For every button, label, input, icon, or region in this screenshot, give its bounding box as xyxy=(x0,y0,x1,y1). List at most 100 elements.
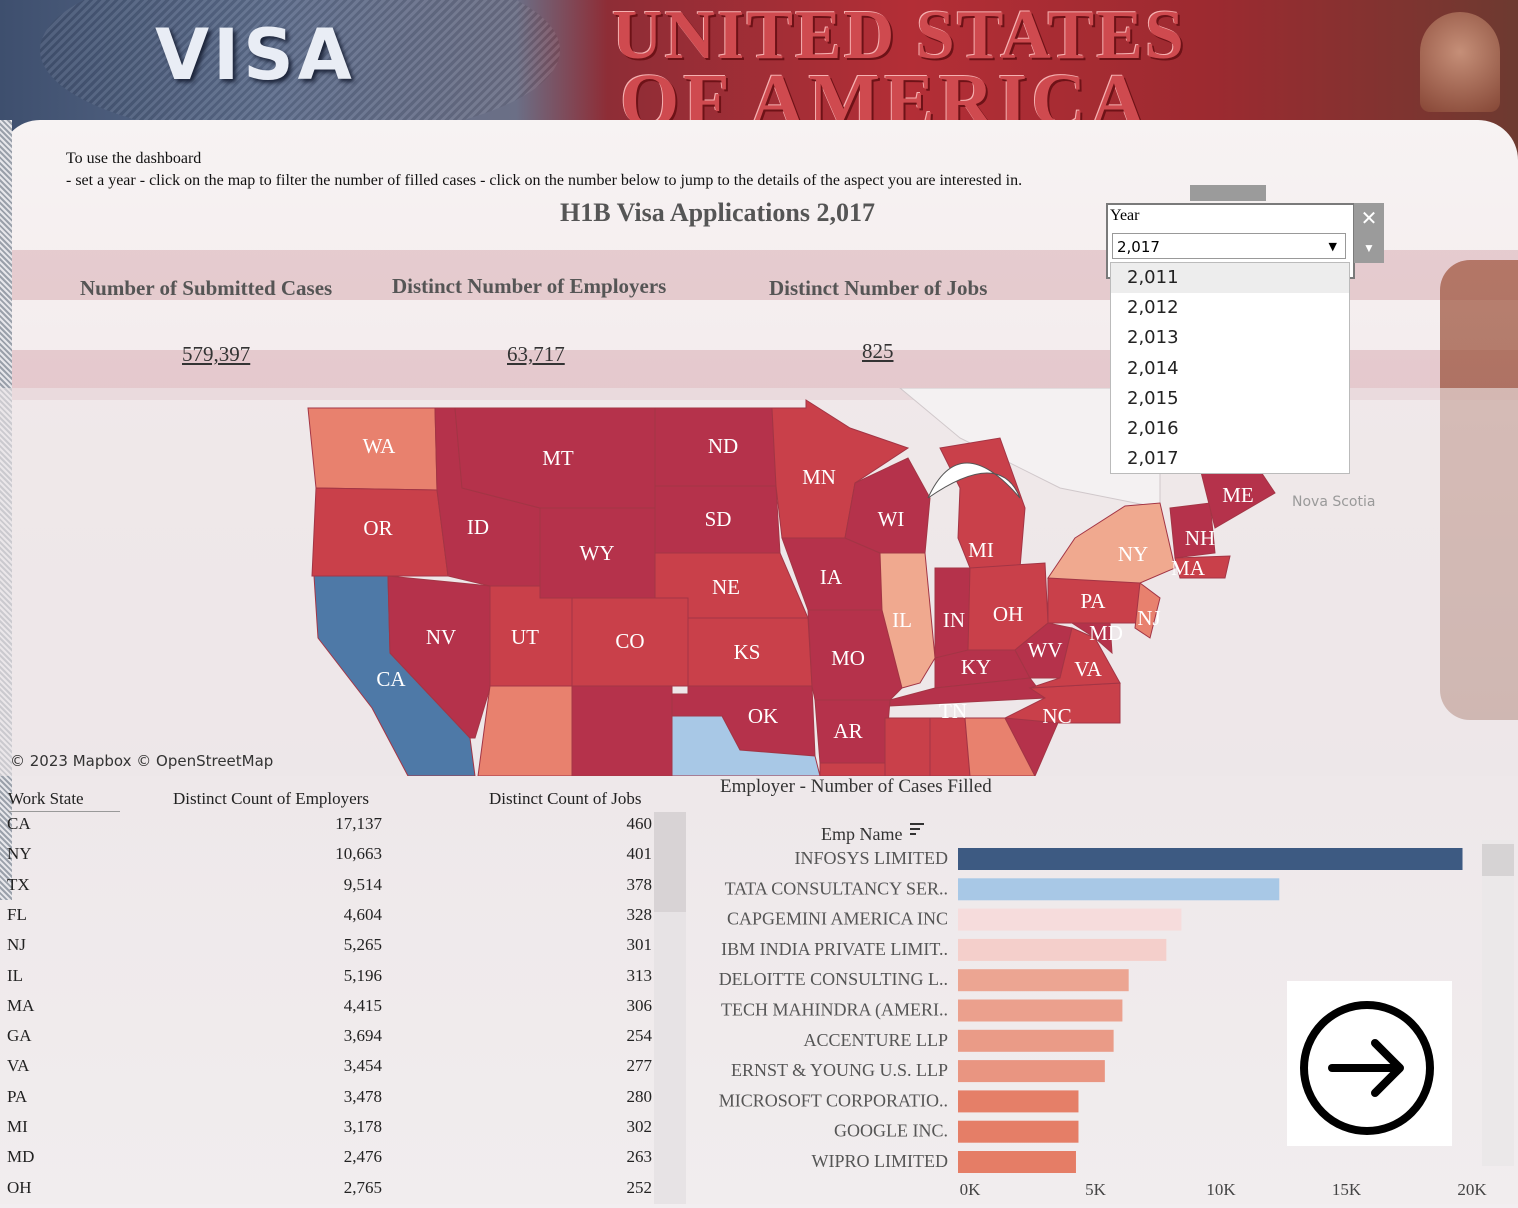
employer-label[interactable]: GOOGLE INC. xyxy=(834,1121,948,1141)
employer-label[interactable]: CAPGEMINI AMERICA INC xyxy=(727,909,948,929)
employer-bar[interactable] xyxy=(958,969,1129,992)
year-dropdown-list[interactable]: 2,011 2,012 2,013 2,014 2,015 2,016 2,01… xyxy=(1110,262,1350,474)
table-row[interactable]: TX 9,514 378 xyxy=(0,875,660,905)
cell-jobs: 306 xyxy=(626,995,653,1015)
state-label-il: IL xyxy=(892,608,912,632)
employer-label[interactable]: INFOSYS LIMITED xyxy=(794,848,948,868)
next-page-button[interactable] xyxy=(1287,981,1452,1146)
employer-bar[interactable] xyxy=(958,908,1182,931)
table-row[interactable]: GA 3,694 254 xyxy=(0,1026,660,1056)
year-option[interactable]: 2,015 xyxy=(1111,384,1349,414)
employer-bar[interactable] xyxy=(958,848,1463,870)
state-label-ok: OK xyxy=(748,704,778,728)
cell-employers: 10,663 xyxy=(335,844,382,864)
cell-state: NY xyxy=(7,844,32,864)
state-label-nd: ND xyxy=(708,434,738,458)
sort-descending-icon[interactable] xyxy=(910,823,924,835)
state-label-mt: MT xyxy=(542,446,574,470)
state-az[interactable] xyxy=(477,685,573,776)
employer-bar[interactable] xyxy=(958,1120,1079,1143)
kpi-jobs-value[interactable]: 825 xyxy=(862,339,894,364)
kpi-cases-value[interactable]: 579,397 xyxy=(182,342,250,367)
year-option[interactable]: 2,017 xyxy=(1111,444,1349,474)
map-attribution[interactable]: © 2023 Mapbox © OpenStreetMap xyxy=(10,752,273,770)
scrollbar-thumb[interactable] xyxy=(654,812,686,912)
employer-bar[interactable] xyxy=(958,938,1167,961)
year-option[interactable]: 2,014 xyxy=(1111,354,1349,384)
nova-scotia-label: Nova Scotia xyxy=(1292,494,1375,510)
x-tick-label: 15K xyxy=(1332,1180,1362,1199)
state-label-wi: WI xyxy=(878,507,905,531)
year-option[interactable]: 2,016 xyxy=(1111,414,1349,444)
axis-label-emp-name: Emp Name xyxy=(821,824,902,844)
state-label-nh: NH xyxy=(1185,526,1215,550)
dropdown-arrow-icon[interactable]: ▼ xyxy=(1329,234,1337,260)
year-option[interactable]: 2,012 xyxy=(1111,293,1349,323)
state-label-ny: NY xyxy=(1118,542,1148,566)
cell-employers: 2,476 xyxy=(343,1147,382,1167)
cell-state: NJ xyxy=(7,935,26,955)
cell-employers: 3,178 xyxy=(343,1117,382,1136)
kpi-employers-value[interactable]: 63,717 xyxy=(507,342,565,367)
year-option[interactable]: 2,013 xyxy=(1111,323,1349,353)
cell-state: MI xyxy=(7,1117,28,1136)
employer-label[interactable]: DELOITTE CONSULTING L.. xyxy=(719,969,948,989)
employer-label[interactable]: WIPRO LIMITED xyxy=(812,1151,948,1171)
chart-scrollbar[interactable] xyxy=(1482,840,1514,1166)
employer-label[interactable]: TECH MAHINDRA (AMERI.. xyxy=(721,1000,948,1021)
cell-employers: 3,694 xyxy=(343,1026,382,1046)
state-label-mn: MN xyxy=(802,465,836,489)
scrollbar-thumb[interactable] xyxy=(1482,844,1514,876)
state-la[interactable] xyxy=(819,762,891,776)
table-scrollbar[interactable] xyxy=(654,812,686,1204)
state-label-or: OR xyxy=(363,516,392,540)
table-row[interactable]: MD 2,476 263 xyxy=(0,1147,660,1177)
employer-label[interactable]: TATA CONSULTANCY SER.. xyxy=(725,878,948,898)
state-label-id: ID xyxy=(467,515,489,539)
table-row[interactable]: MA 4,415 306 xyxy=(0,996,660,1026)
cell-jobs: 277 xyxy=(626,1056,653,1076)
table-row[interactable]: VA 3,454 277 xyxy=(0,1056,660,1086)
x-tick-label: 10K xyxy=(1206,1180,1236,1199)
table-row[interactable]: FL 4,604 328 xyxy=(0,905,660,935)
year-option[interactable]: 2,011 xyxy=(1111,263,1349,294)
employer-label[interactable]: MICROSOFT CORPORATIO.. xyxy=(719,1090,948,1110)
employer-bar[interactable] xyxy=(958,1060,1105,1083)
x-tick-label: 5K xyxy=(1085,1180,1107,1199)
cell-state: MA xyxy=(7,995,35,1015)
table-row[interactable]: MI 3,178 302 xyxy=(0,1117,660,1147)
state-label-ar: AR xyxy=(833,719,862,743)
state-nm[interactable] xyxy=(571,685,673,776)
cell-employers: 17,137 xyxy=(335,814,382,833)
employer-bar[interactable] xyxy=(958,1151,1076,1173)
state-label-co: CO xyxy=(615,629,644,653)
employer-bar[interactable] xyxy=(958,1029,1114,1052)
employer-bar[interactable] xyxy=(958,999,1123,1022)
state-label-nv: NV xyxy=(426,625,456,649)
employer-bar[interactable] xyxy=(958,1090,1079,1113)
state-label-ks: KS xyxy=(734,640,761,664)
col-header-jobs[interactable]: Distinct Count of Jobs xyxy=(489,789,642,809)
state-al[interactable] xyxy=(929,717,971,776)
filter-drag-handle[interactable] xyxy=(1190,185,1266,201)
table-row[interactable]: NY 10,663 401 xyxy=(0,844,660,874)
state-label-ky: KY xyxy=(961,655,991,679)
state-ms[interactable] xyxy=(884,717,931,776)
cell-jobs: 460 xyxy=(626,814,653,833)
employer-label[interactable]: ERNST & YOUNG U.S. LLP xyxy=(731,1060,948,1080)
employer-bar[interactable] xyxy=(958,878,1280,901)
col-header-state[interactable]: Work State xyxy=(8,789,120,812)
table-row[interactable]: CA 17,137 460 xyxy=(0,814,660,844)
chart-title: Employer - Number of Cases Filled xyxy=(720,776,992,797)
col-header-employers[interactable]: Distinct Count of Employers xyxy=(173,789,369,809)
table-row[interactable]: IL 5,196 313 xyxy=(0,966,660,996)
close-icon[interactable]: ✕ xyxy=(1354,203,1384,233)
cell-state: PA xyxy=(7,1086,28,1106)
table-row[interactable]: PA 3,478 280 xyxy=(0,1087,660,1117)
year-select[interactable]: 2,017 ▼ xyxy=(1112,233,1346,259)
table-row[interactable]: OH 2,765 252 xyxy=(0,1178,660,1208)
employer-label[interactable]: ACCENTURE LLP xyxy=(803,1030,948,1050)
chevron-down-icon[interactable]: ▼ xyxy=(1354,233,1384,263)
employer-label[interactable]: IBM INDIA PRIVATE LIMIT.. xyxy=(721,939,948,959)
table-row[interactable]: NJ 5,265 301 xyxy=(0,935,660,965)
